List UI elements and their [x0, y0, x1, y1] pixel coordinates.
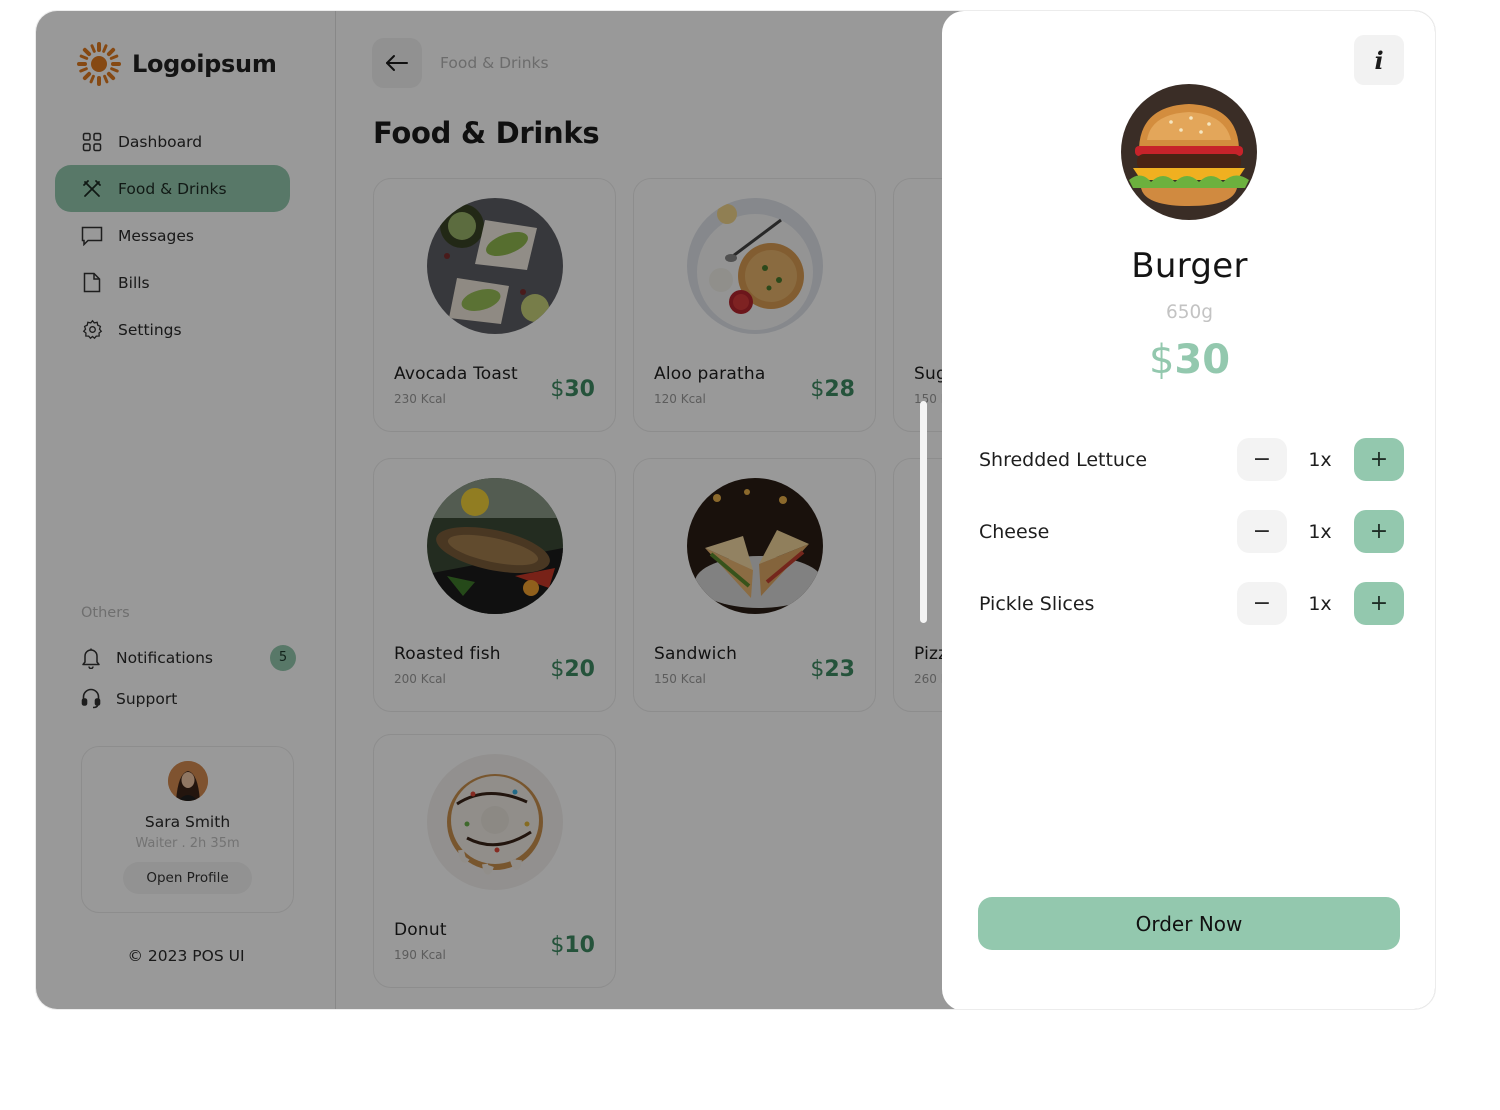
- decrement-button[interactable]: −: [1237, 510, 1287, 553]
- order-now-button[interactable]: Order Now: [978, 897, 1400, 950]
- scrollbar-thumb[interactable]: [920, 401, 927, 623]
- option-row-pickle-slices: Pickle Slices − 1x +: [979, 582, 1404, 654]
- option-label: Pickle Slices: [979, 593, 1095, 615]
- increment-button[interactable]: +: [1354, 438, 1404, 481]
- item-price: $30: [1148, 337, 1231, 383]
- decrement-button[interactable]: −: [1237, 582, 1287, 625]
- item-weight: 650g: [1165, 302, 1214, 323]
- info-button[interactable]: i: [1354, 35, 1404, 85]
- burger-image: [1121, 84, 1257, 220]
- option-label: Cheese: [979, 521, 1050, 543]
- decrement-button[interactable]: −: [1237, 438, 1287, 481]
- quantity-value: 1x: [1308, 449, 1332, 471]
- option-label: Shredded Lettuce: [979, 449, 1148, 471]
- pos-app-window: Logoipsum Dashboard Food & Drinks Messag…: [35, 10, 1436, 1010]
- option-row-shredded-lettuce: Shredded Lettuce − 1x +: [979, 438, 1404, 510]
- option-row-cheese: Cheese − 1x +: [979, 510, 1404, 582]
- ingredient-options: Shredded Lettuce − 1x + Cheese − 1x + Pi…: [979, 438, 1404, 654]
- increment-button[interactable]: +: [1354, 582, 1404, 625]
- quantity-value: 1x: [1308, 521, 1332, 543]
- increment-button[interactable]: +: [1354, 510, 1404, 553]
- item-title: Burger: [1131, 246, 1248, 286]
- quantity-value: 1x: [1308, 593, 1332, 615]
- item-detail-panel: i Burger 650g $30 Shredded Lettuce − 1x: [942, 11, 1435, 1009]
